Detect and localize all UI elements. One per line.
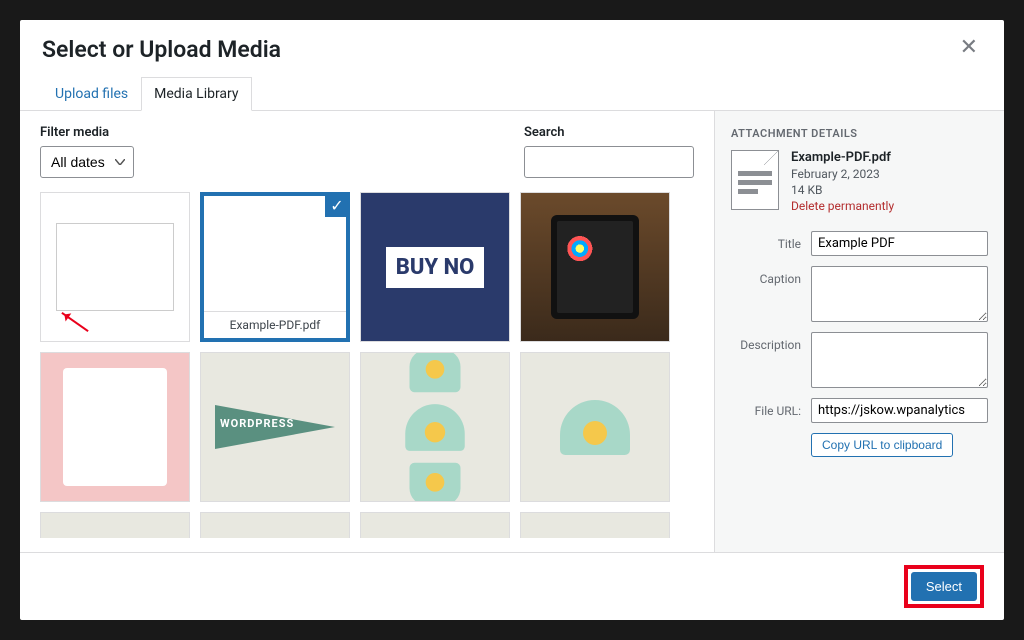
media-item-11[interactable]: [520, 512, 670, 538]
delete-permanently-link[interactable]: Delete permanently: [791, 199, 894, 213]
attachment-heading: ATTACHMENT DETAILS: [731, 127, 988, 140]
thumbnail-image: [521, 513, 669, 538]
media-item-9[interactable]: [200, 512, 350, 538]
search-label: Search: [524, 125, 694, 140]
media-item-2[interactable]: BUY NO: [360, 192, 510, 342]
field-title: Title: [731, 231, 988, 256]
attachment-summary: Example-PDF.pdf February 2, 2023 14 KB D…: [731, 150, 988, 213]
document-icon: [731, 150, 779, 210]
selected-check-icon: ✓: [324, 192, 350, 218]
media-grid[interactable]: Example-PDF.pdf ✓ BUY NO WORDPRESS: [40, 192, 694, 538]
field-caption: Caption: [731, 266, 988, 322]
description-textarea[interactable]: [811, 332, 988, 388]
caption-textarea[interactable]: [811, 266, 988, 322]
modal-title: Select or Upload Media: [42, 36, 281, 63]
media-item-4[interactable]: [40, 352, 190, 502]
thumbnail-image: [521, 193, 669, 341]
select-button[interactable]: Select: [911, 572, 977, 601]
controls-row: Filter media All dates Search: [40, 125, 694, 178]
media-item-10[interactable]: [360, 512, 510, 538]
thumbnail-image: [41, 353, 189, 501]
media-item-6[interactable]: [360, 352, 510, 502]
thumbnail-image: [521, 353, 669, 501]
tab-upload-files[interactable]: Upload files: [42, 77, 141, 111]
filter-group: Filter media All dates: [40, 125, 134, 178]
thumbnail-image: [41, 193, 189, 341]
media-modal: Select or Upload Media ✕ Upload files Me…: [20, 20, 1004, 620]
media-item-8[interactable]: [40, 512, 190, 538]
media-main-area: Filter media All dates Search: [20, 111, 714, 552]
field-description: Description: [731, 332, 988, 388]
attachment-size: 14 KB: [791, 183, 894, 197]
modal-header: Select or Upload Media ✕: [20, 20, 1004, 63]
filter-dates-select[interactable]: All dates: [40, 146, 134, 178]
modal-body: Filter media All dates Search: [20, 111, 1004, 552]
thumbnail-image: WORDPRESS: [201, 353, 349, 501]
description-label: Description: [731, 332, 801, 352]
filter-label: Filter media: [40, 125, 134, 140]
thumbnail-image: [41, 513, 189, 538]
search-group: Search: [524, 125, 694, 178]
thumbnail-image: [361, 353, 509, 501]
title-input[interactable]: [811, 231, 988, 256]
media-item-1-selected[interactable]: Example-PDF.pdf ✓: [200, 192, 350, 342]
pdf-preview: [267, 196, 283, 311]
modal-footer: Select: [20, 552, 1004, 620]
tabs: Upload files Media Library: [20, 77, 1004, 111]
thumbnail-image: [361, 513, 509, 538]
title-label: Title: [731, 231, 801, 251]
attachment-filename: Example-PDF.pdf: [791, 150, 894, 165]
search-input[interactable]: [524, 146, 694, 178]
copy-url-button[interactable]: Copy URL to clipboard: [811, 433, 953, 457]
caption-label: Caption: [731, 266, 801, 286]
tab-media-library[interactable]: Media Library: [141, 77, 251, 111]
select-button-highlight: Select: [904, 565, 984, 608]
attachment-sidebar: ATTACHMENT DETAILS Example-PDF.pdf Febru…: [714, 111, 1004, 552]
attachment-meta: Example-PDF.pdf February 2, 2023 14 KB D…: [791, 150, 894, 213]
attachment-date: February 2, 2023: [791, 167, 894, 181]
close-button[interactable]: ✕: [956, 36, 982, 58]
media-item-0[interactable]: [40, 192, 190, 342]
media-item-5[interactable]: WORDPRESS: [200, 352, 350, 502]
thumbnail-image: BUY NO: [361, 193, 509, 341]
pdf-filename-label: Example-PDF.pdf: [204, 311, 346, 338]
media-item-3[interactable]: [520, 192, 670, 342]
media-item-7[interactable]: [520, 352, 670, 502]
fileurl-input[interactable]: [811, 398, 988, 423]
field-fileurl: File URL:: [731, 398, 988, 423]
thumbnail-image: [201, 513, 349, 538]
fileurl-label: File URL:: [731, 398, 801, 418]
close-icon: ✕: [960, 34, 978, 59]
